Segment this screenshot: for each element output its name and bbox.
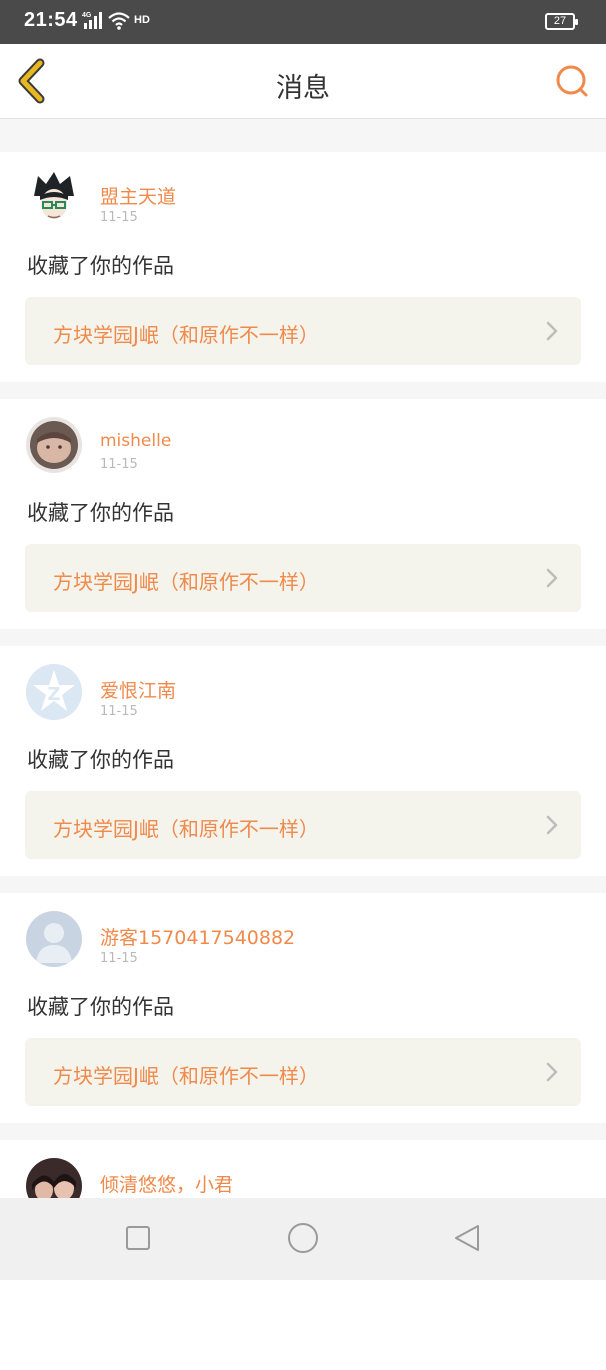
chevron-right-icon: [546, 815, 558, 835]
message-action: 收藏了你的作品: [27, 748, 174, 772]
work-title: 方块学园J岷（和原作不一样）: [53, 570, 319, 594]
wifi-icon: [108, 12, 130, 30]
work-title: 方块学园J岷（和原作不一样）: [53, 817, 319, 841]
work-title: 方块学园J岷（和原作不一样）: [53, 323, 319, 347]
system-nav-bar: [0, 1198, 606, 1280]
username[interactable]: 倾清悠悠，小君: [100, 1170, 233, 1197]
message-date: 11-15: [100, 457, 138, 472]
signal-icon: 4G: [82, 12, 102, 29]
message-action: 收藏了你的作品: [27, 501, 174, 525]
message-date: 11-15: [100, 704, 138, 719]
work-link[interactable]: 方块学园J岷（和原作不一样）: [25, 1038, 581, 1106]
default-avatar-icon: [36, 923, 72, 963]
message-card: Z 爱恨江南 11-15 收藏了你的作品 方块学园J岷（和原作不一样）: [0, 646, 606, 876]
work-link[interactable]: 方块学园J岷（和原作不一样）: [25, 544, 581, 612]
username[interactable]: mishelle: [100, 431, 171, 451]
username[interactable]: 爱恨江南: [100, 676, 176, 703]
status-bar: 21:54 4G HD 27: [0, 0, 606, 44]
recent-apps-icon[interactable]: [122, 1222, 154, 1254]
search-icon[interactable]: [552, 62, 590, 100]
avatar[interactable]: [26, 417, 82, 473]
anime-avatar-icon: [34, 172, 74, 219]
page-title: 消息: [276, 73, 330, 104]
message-action: 收藏了你的作品: [27, 254, 174, 278]
svg-text:4G: 4G: [82, 12, 92, 19]
status-time: 21:54: [24, 9, 78, 31]
work-title: 方块学园J岷（和原作不一样）: [53, 1064, 319, 1088]
message-action: 收藏了你的作品: [27, 995, 174, 1019]
battery-icon: 27: [545, 13, 578, 30]
username[interactable]: 游客1570417540882: [100, 923, 295, 950]
message-date: 11-15: [100, 210, 138, 225]
message-card: 游客1570417540882 11-15 收藏了你的作品 方块学园J岷（和原作…: [0, 893, 606, 1123]
chevron-right-icon: [546, 568, 558, 588]
message-date: 11-15: [100, 951, 138, 966]
back-triangle-icon[interactable]: [452, 1222, 484, 1254]
work-link[interactable]: 方块学园J岷（和原作不一样）: [25, 297, 581, 365]
photo-avatar-icon: [30, 421, 78, 469]
home-icon[interactable]: [287, 1222, 319, 1254]
username[interactable]: 盟主天道: [100, 182, 176, 209]
message-card: 盟主天道 11-15 收藏了你的作品 方块学园J岷（和原作不一样）: [0, 152, 606, 382]
message-card: mishelle 11-15 收藏了你的作品 方块学园J岷（和原作不一样）: [0, 399, 606, 629]
chevron-right-icon: [546, 321, 558, 341]
avatar[interactable]: [26, 170, 82, 226]
hd-indicator: HD: [134, 14, 150, 26]
avatar[interactable]: Z: [26, 664, 82, 720]
svg-text:Z: Z: [47, 684, 60, 705]
nav-bar: 消息: [0, 44, 606, 119]
work-link[interactable]: 方块学园J岷（和原作不一样）: [25, 791, 581, 859]
qq-avatar-icon: Z: [33, 670, 75, 711]
chevron-right-icon: [546, 1062, 558, 1082]
avatar[interactable]: [26, 911, 82, 967]
